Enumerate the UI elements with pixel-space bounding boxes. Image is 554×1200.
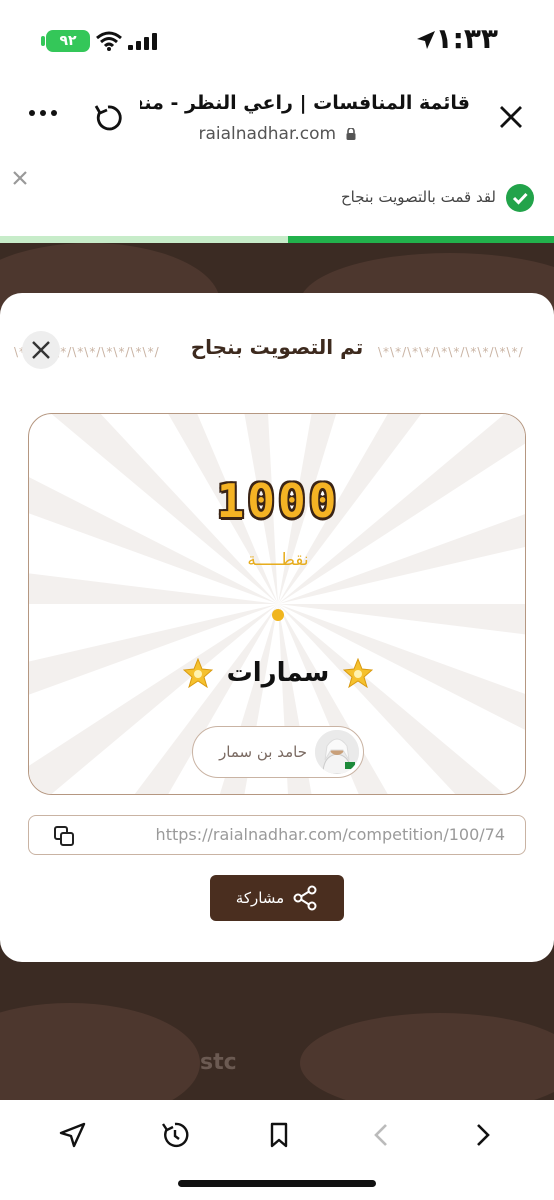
share-label: مشاركة	[235, 889, 285, 907]
share-url: https://raialnadhar.com/competition/100/…	[155, 825, 505, 844]
success-notification: لقد قمت بالتصويت بنجاح	[0, 160, 554, 236]
check-icon	[506, 184, 534, 212]
location-arrow-icon	[417, 31, 435, 49]
battery-cap	[41, 36, 45, 46]
vote-success-modal: \*\*/\*\*/\*\*/\*\*/\*\*/ تم التصويت بنج…	[0, 293, 554, 962]
cellular-signal-icon	[128, 33, 157, 50]
modal-title: تم التصويت بنجاح	[190, 335, 364, 359]
notification-text: لقد قمت بالتصويت بنجاح	[340, 188, 496, 206]
browser-header: قائمة المنافسات | راعي النظر - منقية... …	[0, 80, 554, 160]
back-icon[interactable]	[366, 1120, 396, 1150]
page-title: قائمة المنافسات | راعي النظر - منقية...	[140, 92, 470, 114]
share-button[interactable]: مشاركة	[210, 875, 344, 921]
share-link-field[interactable]: https://raialnadhar.com/competition/100/…	[28, 815, 526, 855]
more-icon[interactable]	[28, 108, 58, 118]
url-display[interactable]: raialnadhar.com	[0, 124, 554, 144]
voter-name: حامد بن سمار	[219, 743, 307, 761]
battery-icon: ٩٢	[46, 30, 90, 52]
entry-row: سمارات	[29, 658, 525, 688]
star-icon	[182, 658, 213, 688]
home-indicator	[178, 1180, 376, 1187]
vote-card: 1000 نقطـــــة سمارات حامد بن سمار	[28, 413, 526, 795]
background-footer: stc	[0, 1040, 554, 1100]
bookmark-icon[interactable]	[264, 1120, 294, 1150]
share-icon	[293, 885, 317, 911]
history-icon[interactable]	[160, 1120, 190, 1150]
battery-level: ٩٢	[59, 33, 77, 49]
send-icon[interactable]	[58, 1120, 88, 1150]
copy-icon[interactable]	[53, 825, 75, 847]
points-label: نقطـــــة	[247, 550, 309, 570]
lock-icon	[346, 128, 355, 140]
modal-header: \*\*/\*\*/\*\*/\*\*/\*\*/ تم التصويت بنج…	[0, 331, 554, 369]
decorative-pattern: \*\*/\*\*/\*\*/\*\*/\*\*/	[378, 345, 524, 359]
star-icon	[343, 658, 374, 688]
clock: ١:٣٣	[435, 22, 498, 55]
modal-close-button[interactable]	[22, 331, 60, 369]
points-value: 1000	[216, 474, 340, 528]
avatar	[315, 730, 359, 774]
notification-progress	[0, 236, 554, 243]
voter-chip: حامد بن سمار	[192, 726, 364, 778]
divider-dot	[272, 609, 284, 621]
dismiss-icon[interactable]	[12, 170, 28, 186]
status-bar: ١:٣٣ ٩٢	[0, 0, 554, 80]
stc-logo: stc	[200, 1050, 237, 1075]
progress-fill	[288, 236, 554, 243]
wifi-icon	[96, 31, 122, 51]
url-text: raialnadhar.com	[198, 124, 337, 144]
close-icon	[32, 341, 50, 359]
entry-name: سمارات	[226, 658, 330, 688]
close-icon[interactable]	[498, 104, 524, 130]
forward-icon[interactable]	[468, 1120, 498, 1150]
